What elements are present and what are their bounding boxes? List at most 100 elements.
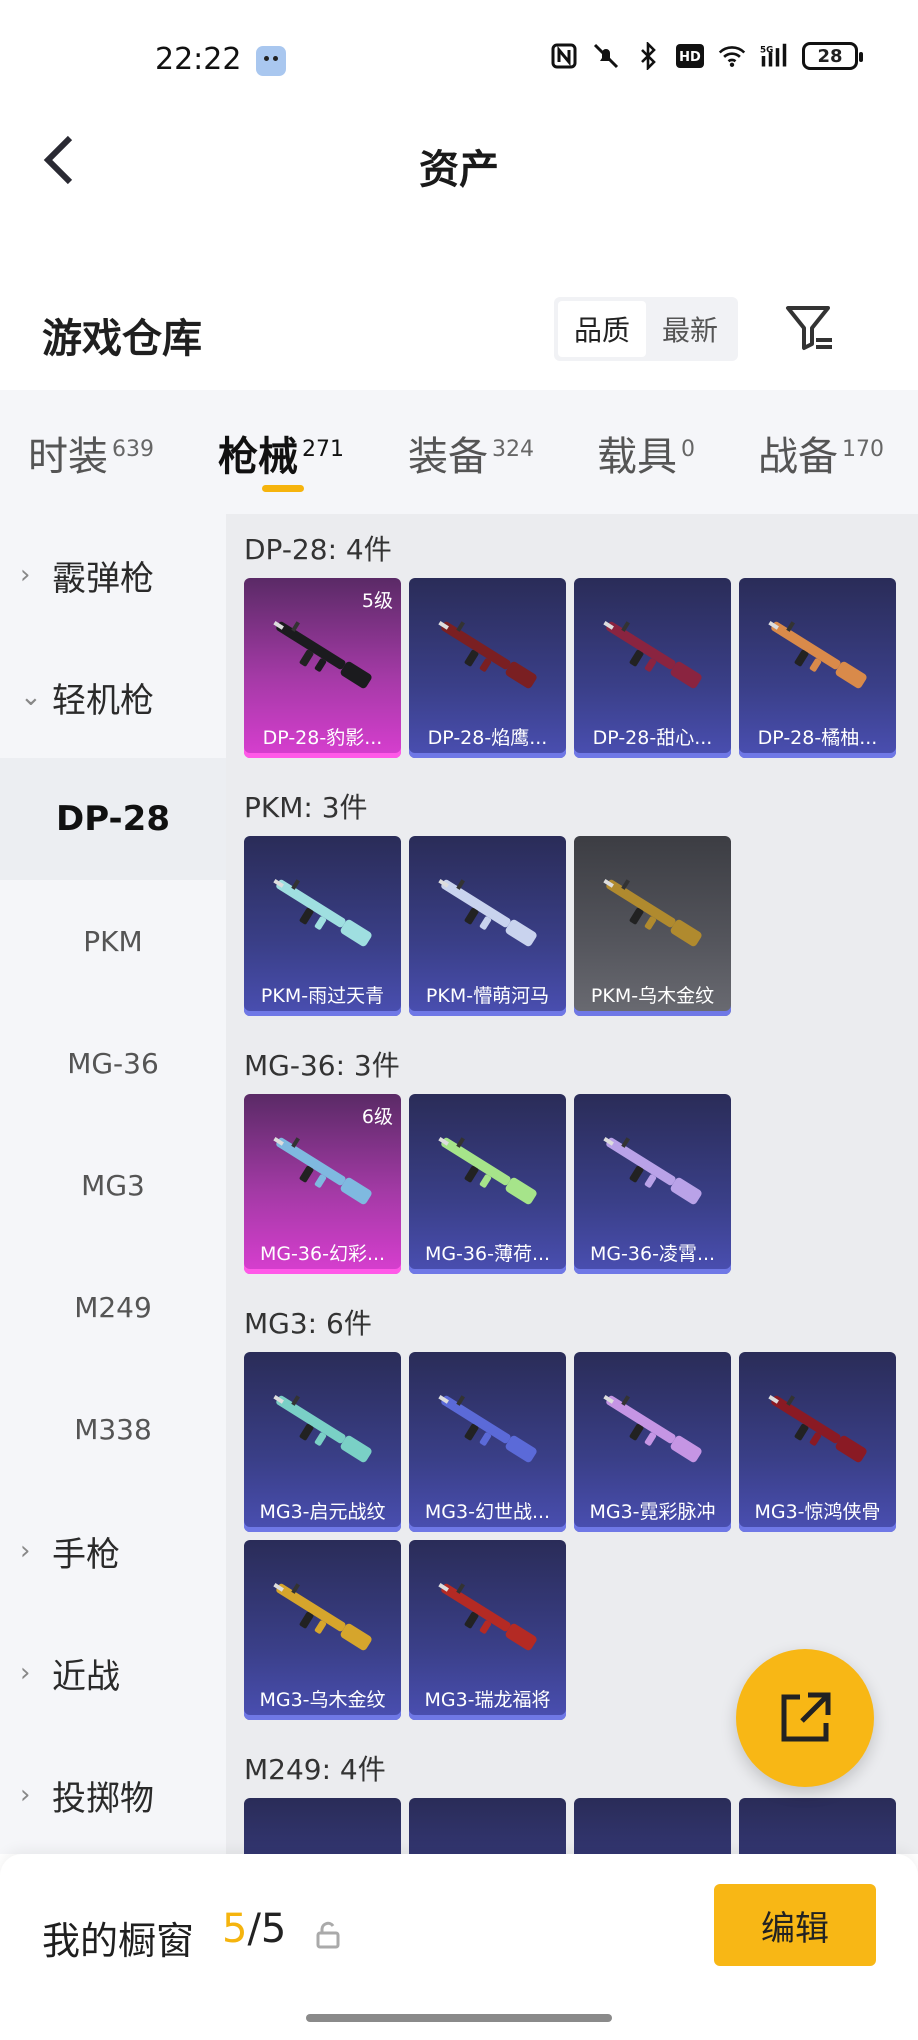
chevron-down-icon: ⌄ xyxy=(20,682,42,712)
sidebar-item-pkm[interactable]: PKM xyxy=(0,880,226,1002)
skin-card[interactable]: MG3-瑞龙福将 xyxy=(409,1540,566,1720)
showcase-count: 5/5 xyxy=(222,1906,287,1952)
sort-newest-option[interactable]: 最新 xyxy=(646,301,734,357)
skin-card[interactable] xyxy=(409,1798,566,1854)
svg-text:HD: HD xyxy=(679,50,701,65)
skin-card[interactable]: PKM-雨过天青 xyxy=(244,836,401,1016)
tab-fashion[interactable]: 时装 639 xyxy=(28,424,154,482)
group-title: MG-36: 3件 xyxy=(244,1049,400,1082)
app-notification-icon xyxy=(256,46,286,76)
skin-name: DP-28-焰鹰... xyxy=(427,727,548,749)
group-title: DP-28: 4件 xyxy=(244,533,392,566)
edit-button[interactable]: 编辑 xyxy=(714,1884,876,1966)
skin-name: PKM-雨过天青 xyxy=(260,985,385,1007)
group-title: PKM: 3件 xyxy=(244,791,368,824)
skin-card[interactable]: MG3-启元战纹 xyxy=(244,1352,401,1532)
home-indicator[interactable] xyxy=(306,2014,612,2022)
skin-card[interactable]: DP-28-甜心... xyxy=(574,578,731,758)
sidebar-item-pistol[interactable]: › 手枪 xyxy=(0,1490,226,1612)
sidebar-item-dp28[interactable]: DP-28 xyxy=(0,758,226,880)
status-time: 22:22 xyxy=(155,42,242,77)
share-button[interactable] xyxy=(736,1649,874,1787)
group-title: M249: 4件 xyxy=(244,1753,386,1786)
tab-firearms[interactable]: 枪械 271 xyxy=(218,424,344,482)
skin-card[interactable]: PKM-懵萌河马 xyxy=(409,836,566,1016)
weapon-skin-image xyxy=(438,621,537,689)
chevron-right-icon: › xyxy=(20,1780,31,1810)
weapon-skin-image xyxy=(438,1137,537,1205)
skin-name: MG3-霓彩脉冲 xyxy=(589,1501,716,1523)
status-bar: 22:22 HD 5G 28 xyxy=(0,0,918,120)
skin-card[interactable]: DP-28-焰鹰... xyxy=(409,578,566,758)
status-icons: HD 5G 28 xyxy=(550,42,863,70)
skin-card[interactable]: MG3-乌木金纹 xyxy=(244,1540,401,1720)
weapon-skin-image xyxy=(768,1395,867,1463)
filter-button[interactable] xyxy=(780,298,840,358)
skin-name: MG-36-凌霄... xyxy=(589,1243,716,1265)
wifi-icon xyxy=(718,42,746,70)
weapon-skin-image xyxy=(438,1395,537,1463)
sidebar-item-mg3[interactable]: MG3 xyxy=(0,1124,226,1246)
sidebar-item-throwable[interactable]: › 投掷物 xyxy=(0,1734,226,1856)
tab-vehicles[interactable]: 载具 0 xyxy=(597,424,695,482)
skin-card[interactable]: DP-28-橘柚... xyxy=(739,578,896,758)
skin-card[interactable]: PKM-乌木金纹 xyxy=(574,836,731,1016)
skin-card[interactable]: MG-36-凌霄... xyxy=(574,1094,731,1274)
tab-equipment[interactable]: 装备 324 xyxy=(408,424,534,482)
skin-card[interactable] xyxy=(574,1798,731,1854)
sort-quality-option[interactable]: 品质 xyxy=(558,301,646,357)
nfc-icon xyxy=(550,42,578,70)
signal-icon: 5G xyxy=(760,42,788,70)
skin-name: MG3-惊鸿侠骨 xyxy=(754,1501,881,1523)
weapon-skin-image xyxy=(438,879,537,947)
showcase-label: 我的橱窗 xyxy=(42,1919,195,1963)
warehouse-title: 游戏仓库 xyxy=(42,316,202,362)
sidebar-item-mg36[interactable]: MG-36 xyxy=(0,1002,226,1124)
skin-card[interactable] xyxy=(739,1798,896,1854)
sort-toggle: 品质 最新 xyxy=(554,297,738,361)
tab-combat-gear[interactable]: 战备 170 xyxy=(758,424,884,482)
chevron-right-icon: › xyxy=(20,1658,31,1688)
filter-icon xyxy=(786,306,832,350)
skin-card[interactable]: MG-36-薄荷... xyxy=(409,1094,566,1274)
external-link-icon xyxy=(781,1692,831,1742)
chevron-right-icon: › xyxy=(20,560,31,590)
hd-icon: HD xyxy=(676,42,704,70)
sidebar-item-m338[interactable]: M338 xyxy=(0,1368,226,1490)
skin-card[interactable]: 6级 MG-36-幻彩... xyxy=(244,1094,401,1274)
skin-name: MG-36-薄荷... xyxy=(424,1243,551,1265)
skin-name: MG3-瑞龙福将 xyxy=(424,1689,551,1711)
skin-name: PKM-懵萌河马 xyxy=(425,985,550,1007)
weapon-skin-image xyxy=(603,1395,702,1463)
skin-card[interactable]: MG3-惊鸿侠骨 xyxy=(739,1352,896,1532)
sidebar-item-m249[interactable]: M249 xyxy=(0,1246,226,1368)
skin-card[interactable] xyxy=(244,1798,401,1854)
weapon-skin-image xyxy=(438,1583,537,1651)
weapon-skin-image xyxy=(603,1137,702,1205)
category-tabs: 时装 639 枪械 271 装备 324 载具 0 战备 170 xyxy=(0,390,918,514)
weapon-skin-image xyxy=(273,1137,372,1205)
weapon-skin-image xyxy=(768,621,867,689)
skin-name: DP-28-甜心... xyxy=(592,727,713,749)
level-badge: 5级 xyxy=(361,590,393,612)
group-title: MG3: 6件 xyxy=(244,1307,372,1340)
showcase-bar: 我的橱窗 5/5 编辑 xyxy=(0,1854,918,2040)
skin-card[interactable]: MG3-幻世战... xyxy=(409,1352,566,1532)
weapon-skin-image xyxy=(603,621,702,689)
chevron-right-icon: › xyxy=(20,1536,31,1566)
mute-icon xyxy=(592,42,620,70)
skin-card[interactable]: 5级 DP-28-豹影... xyxy=(244,578,401,758)
weapon-skin-image xyxy=(603,879,702,947)
skin-name: DP-28-橘柚... xyxy=(757,727,878,749)
sidebar-item-shotgun[interactable]: › 霰弹枪 xyxy=(0,514,226,636)
skin-card[interactable]: MG3-霓彩脉冲 xyxy=(574,1352,731,1532)
skin-name: MG3-幻世战... xyxy=(424,1501,551,1523)
lock-icon xyxy=(316,1921,340,1949)
sidebar-item-lmg[interactable]: ⌄ 轻机枪 xyxy=(0,636,226,758)
page-title: 资产 xyxy=(419,147,499,193)
sidebar-item-melee[interactable]: › 近战 xyxy=(0,1612,226,1734)
level-badge: 6级 xyxy=(361,1106,393,1128)
bluetooth-icon xyxy=(634,42,662,70)
skin-name: MG3-启元战纹 xyxy=(259,1501,386,1523)
weapon-skin-image xyxy=(273,1395,372,1463)
